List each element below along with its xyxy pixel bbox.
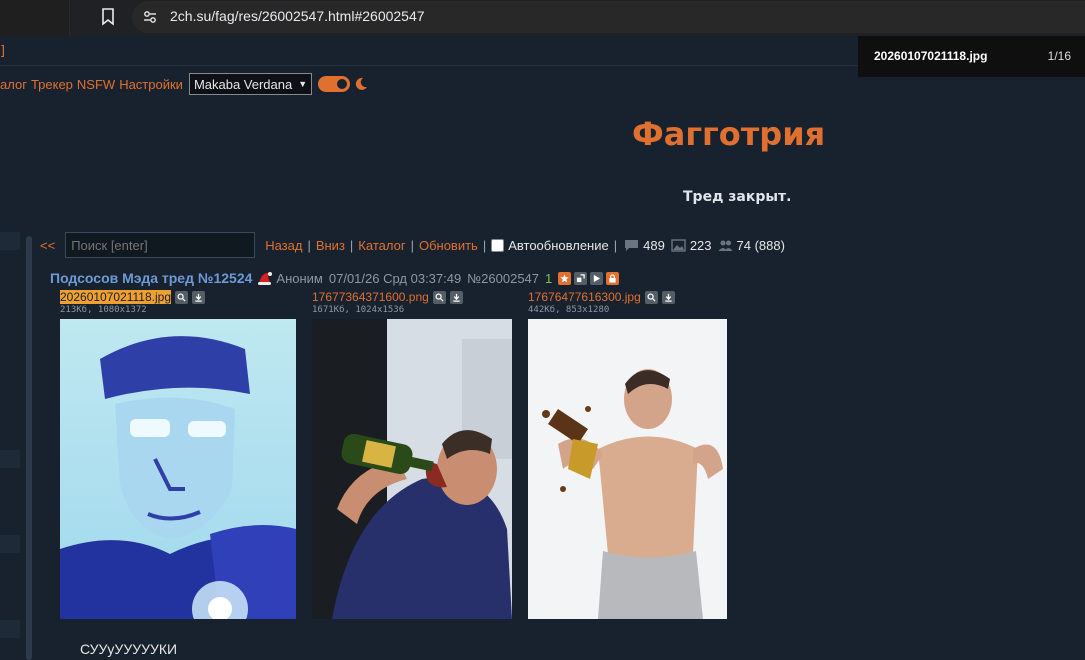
menu-settings[interactable]: Настройки (119, 77, 183, 92)
lock-icon (606, 271, 620, 285)
file-3-link[interactable]: 17676477616300.jpg (528, 290, 641, 304)
theme-toggle[interactable] (318, 76, 351, 92)
autoupdate-label: Автообновление (508, 237, 609, 253)
viewer-counter: 1/16 (1047, 49, 1071, 63)
post-header: Подсосов Мэда тред №12524 Аноним 07/01/2… (50, 268, 622, 288)
search-input[interactable] (65, 232, 256, 258)
viewer-filename: 20260107021118.jpg (874, 49, 988, 63)
search-image-icon[interactable] (644, 290, 658, 304)
file-2: 17677364371600.png 1671Кб, 1024x1536 (312, 290, 463, 315)
board-title: Фагготрия (632, 115, 826, 153)
reply-count[interactable]: 1 (545, 271, 552, 286)
top-menu: алог Трекер NSFW Настройки Makaba Verdan… (0, 73, 368, 95)
download-icon[interactable] (192, 290, 205, 304)
link-back[interactable]: Назад (265, 238, 302, 253)
posters-count: 74 (888) (736, 237, 785, 253)
browser-tab-fragment[interactable] (0, 0, 70, 36)
image-viewer-bar: 20260107021118.jpg 1/16 (858, 36, 1085, 77)
thumbnail-2[interactable] (312, 319, 512, 619)
file-2-info: 1671Кб, 1024x1536 (312, 305, 405, 315)
sidebar-fragment (0, 232, 20, 250)
file-1-link[interactable]: 20260107021118.jpg (60, 290, 171, 304)
favorite-star-icon[interactable] (558, 271, 572, 285)
download-icon[interactable] (449, 290, 463, 304)
style-select[interactable]: Makaba Verdana ▼ (188, 73, 313, 95)
collapse-arrows[interactable]: << (40, 238, 55, 253)
autoupdate-checkbox[interactable] (491, 238, 505, 252)
images-count: 223 (689, 237, 712, 253)
download-icon[interactable] (661, 290, 675, 304)
thumbnail-1[interactable] (60, 319, 296, 619)
menu-catalog[interactable]: алог (0, 77, 27, 92)
post-body: СУУуУУУУУКИ (80, 641, 178, 657)
file-1: 20260107021118.jpg 213Кб, 1080x1372 (60, 290, 205, 315)
file-2-link[interactable]: 17677364371600.png (312, 290, 429, 304)
search-image-icon[interactable] (432, 290, 446, 304)
menu-nsfw[interactable]: NSFW (77, 77, 115, 92)
bookmark-icon[interactable] (101, 8, 115, 26)
link-down[interactable]: Вниз (316, 238, 345, 253)
nav-bracket: ] (0, 44, 6, 59)
thread-controls: << Назад | Вниз | Каталог | Обновить | А… (40, 232, 785, 258)
expand-icon[interactable] (574, 271, 588, 285)
santa-hat-icon (258, 272, 273, 285)
moon-icon[interactable] (354, 77, 368, 91)
top-strip: ] (0, 36, 860, 66)
link-refresh[interactable]: Обновить (419, 238, 478, 253)
images-count-icon (671, 238, 686, 252)
url-text[interactable]: 2ch.su/fag/res/26002547.html#26002547 (170, 8, 425, 24)
post-author: Аноним (276, 270, 323, 286)
search-image-icon[interactable] (175, 290, 188, 304)
browser-toolbar: 2ch.su/fag/res/26002547.html#26002547 (0, 0, 1085, 36)
post-number[interactable]: №26002547 (467, 271, 539, 286)
sidebar-fragment (0, 450, 20, 468)
post-subject: Подсосов Мэда тред №12524 (50, 270, 253, 286)
thread-scroll-line (26, 236, 32, 660)
dropdown-arrow-icon: ▼ (298, 79, 308, 89)
thumbnail-3[interactable] (528, 319, 727, 619)
sidebar-fragment (0, 535, 20, 553)
posts-count-icon (625, 239, 639, 251)
thread-closed-notice: Тред закрыт. (683, 189, 792, 205)
posts-count: 489 (643, 237, 665, 253)
sidebar-fragment (0, 620, 20, 638)
file-3: 17676477616300.jpg 442Кб, 853x1280 (528, 290, 675, 315)
style-select-value: Makaba Verdana (193, 76, 293, 92)
menu-tracker[interactable]: Трекер (31, 77, 73, 92)
play-icon[interactable] (590, 271, 604, 285)
site-settings-icon[interactable] (142, 9, 158, 25)
file-1-info: 213Кб, 1080x1372 (60, 305, 147, 315)
post-date: 07/01/26 Срд 03:37:49 (328, 270, 462, 286)
file-3-info: 442Кб, 853x1280 (528, 305, 610, 315)
posters-count-icon (718, 240, 733, 251)
link-catalog[interactable]: Каталог (358, 238, 405, 253)
